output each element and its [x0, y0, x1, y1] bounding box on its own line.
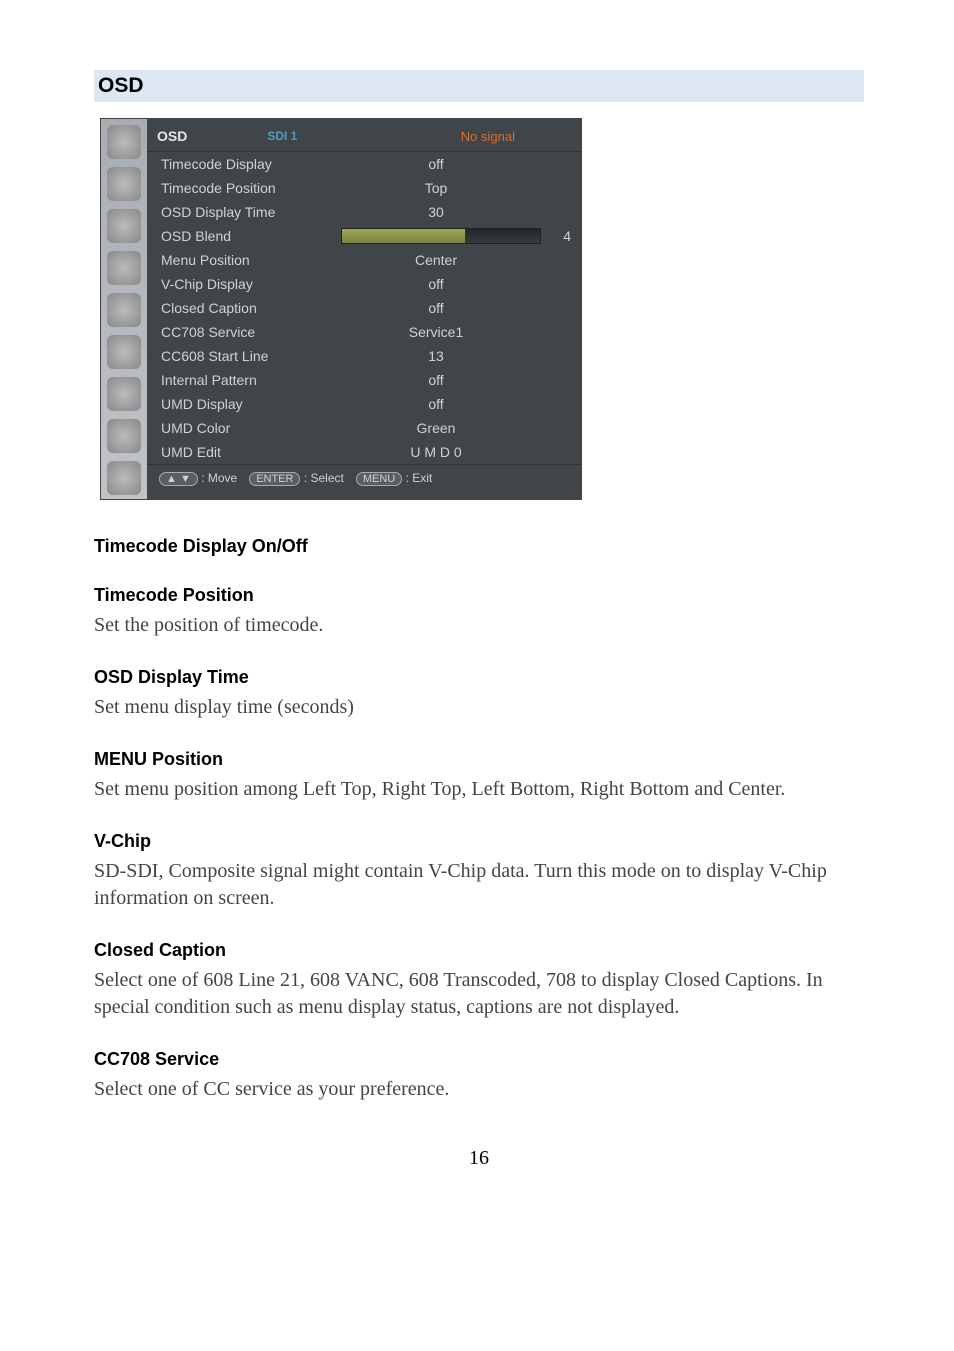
osd-row-value: off [341, 372, 571, 388]
osd-row-label: UMD Edit [161, 444, 341, 460]
osd-header: OSD SDI 1 No signal [147, 119, 581, 152]
osd-row-value: Top [341, 180, 571, 196]
osd-footer: ▲ ▼ : Move ENTER : Select MENU : Exit [147, 464, 581, 494]
body-menu-position: Set menu position among Left Top, Right … [94, 776, 864, 803]
osd-row-value: U M D 0 [341, 444, 571, 460]
osd-row-osd-blend[interactable]: OSD Blend 4 [147, 224, 581, 248]
heading-closed-caption: Closed Caption [94, 940, 864, 961]
osd-row-label: Menu Position [161, 252, 341, 268]
body-vchip: SD-SDI, Composite signal might contain V… [94, 858, 864, 912]
osd-row-timecode-position[interactable]: Timecode Position Top [147, 176, 581, 200]
heading-vchip: V-Chip [94, 831, 864, 852]
osd-row-label: UMD Color [161, 420, 341, 436]
sidebar-icon-color [107, 377, 141, 411]
move-label: : Move [201, 471, 237, 485]
select-key-icon: ENTER [249, 472, 300, 486]
osd-row-closed-caption[interactable]: Closed Caption off [147, 296, 581, 320]
osd-row-value: off [341, 276, 571, 292]
osd-row-osd-display-time[interactable]: OSD Display Time 30 [147, 200, 581, 224]
osd-title: OSD [157, 128, 187, 144]
select-label: : Select [304, 471, 344, 485]
body-osd-display-time: Set menu display time (seconds) [94, 694, 864, 721]
osd-blend-value: 4 [551, 228, 571, 244]
osd-row-label: OSD Blend [161, 228, 341, 244]
sidebar-icon-control [107, 419, 141, 453]
section-heading: OSD [94, 70, 864, 102]
exit-label: : Exit [406, 471, 433, 485]
osd-row-umd-display[interactable]: UMD Display off [147, 392, 581, 416]
osd-row-umd-edit[interactable]: UMD Edit U M D 0 [147, 440, 581, 464]
heading-menu-position: MENU Position [94, 749, 864, 770]
osd-row-label: UMD Display [161, 396, 341, 412]
osd-row-umd-color[interactable]: UMD Color Green [147, 416, 581, 440]
body-cc708-service: Select one of CC service as your prefere… [94, 1076, 864, 1103]
osd-source: SDI 1 [267, 129, 297, 143]
sidebar-icon-osd [107, 335, 141, 369]
exit-key-icon: MENU [356, 472, 402, 486]
osd-row-label: V-Chip Display [161, 276, 341, 292]
sidebar-icon-ch1 [107, 167, 141, 201]
sidebar-icon-wrench [107, 251, 141, 285]
page-number: 16 [94, 1147, 864, 1170]
osd-row-value: off [341, 156, 571, 172]
sidebar-icon-display [107, 293, 141, 327]
heading-timecode-position: Timecode Position [94, 585, 864, 606]
osd-row-value: Center [341, 252, 571, 268]
osd-blend-slider[interactable] [341, 228, 541, 244]
osd-row-label: Internal Pattern [161, 372, 341, 388]
osd-row-label: Timecode Display [161, 156, 341, 172]
osd-row-cc608-start-line[interactable]: CC608 Start Line 13 [147, 344, 581, 368]
osd-row-vchip-display[interactable]: V-Chip Display off [147, 272, 581, 296]
osd-row-value: off [341, 396, 571, 412]
body-timecode-position: Set the position of timecode. [94, 612, 864, 639]
osd-menu-screenshot: OSD SDI 1 No signal Timecode Display off… [100, 118, 582, 500]
osd-row-value: 13 [341, 348, 571, 364]
osd-signal-status: No signal [461, 129, 515, 144]
heading-osd-display-time: OSD Display Time [94, 667, 864, 688]
osd-row-label: Timecode Position [161, 180, 341, 196]
osd-row-internal-pattern[interactable]: Internal Pattern off [147, 368, 581, 392]
sidebar-icon-other [107, 461, 141, 495]
osd-row-label: OSD Display Time [161, 204, 341, 220]
osd-row-value: 30 [341, 204, 571, 220]
body-closed-caption: Select one of 608 Line 21, 608 VANC, 608… [94, 967, 864, 1021]
osd-row-cc708-service[interactable]: CC708 Service Service1 [147, 320, 581, 344]
osd-row-value: off [341, 300, 571, 316]
osd-row-label: Closed Caption [161, 300, 341, 316]
sidebar-icon-main [107, 125, 141, 159]
osd-row-label: CC608 Start Line [161, 348, 341, 364]
osd-row-timecode-display[interactable]: Timecode Display off [147, 152, 581, 176]
osd-row-value: Green [341, 420, 571, 436]
move-key-icon: ▲ ▼ [159, 472, 198, 486]
osd-row-value: Service1 [341, 324, 571, 340]
osd-row-menu-position[interactable]: Menu Position Center [147, 248, 581, 272]
heading-timecode-display: Timecode Display On/Off [94, 536, 864, 557]
osd-row-label: CC708 Service [161, 324, 341, 340]
osd-sidebar-icons [101, 119, 147, 499]
sidebar-icon-ch2 [107, 209, 141, 243]
heading-cc708-service: CC708 Service [94, 1049, 864, 1070]
